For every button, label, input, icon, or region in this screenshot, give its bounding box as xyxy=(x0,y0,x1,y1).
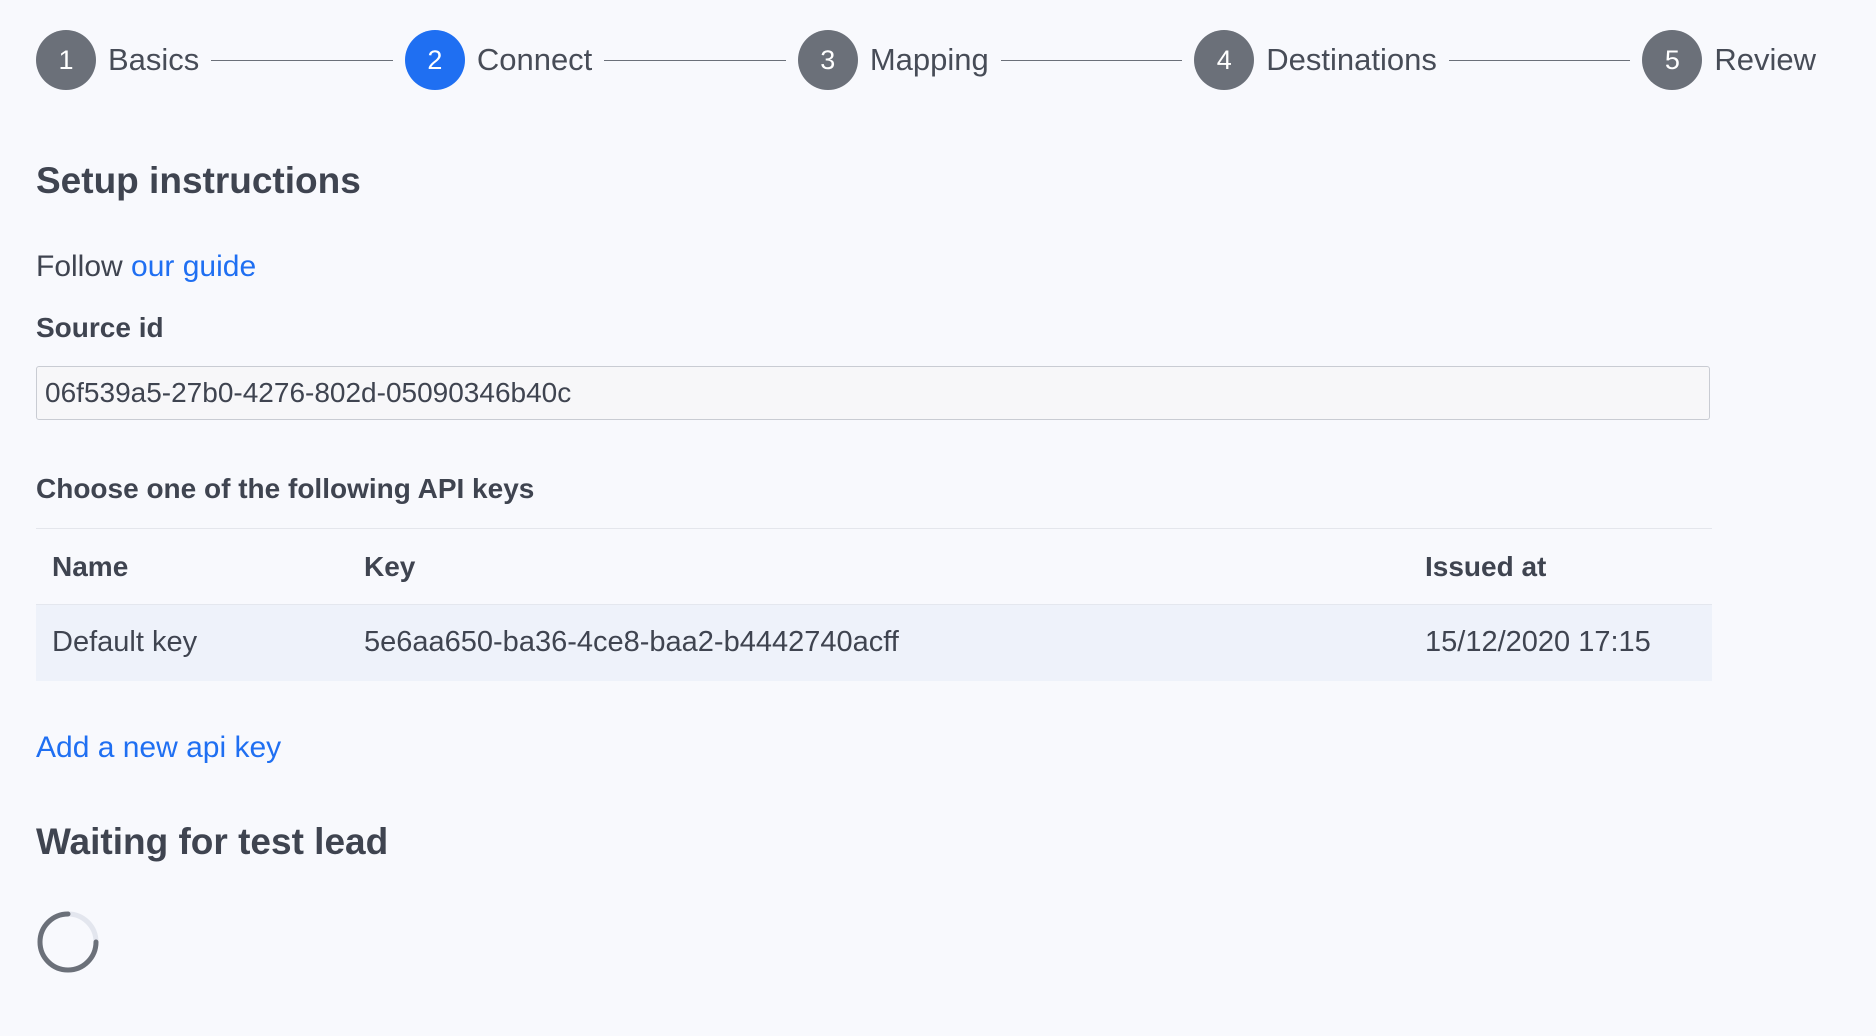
step-mapping[interactable]: 3 Mapping xyxy=(797,30,989,90)
step-connector-line xyxy=(1448,59,1631,61)
step-connector-line xyxy=(604,59,786,61)
api-key-name-cell: Default key xyxy=(36,604,348,681)
column-header-issued-at: Issued at xyxy=(1425,550,1547,582)
step-label: Connect xyxy=(476,42,593,77)
step-review[interactable]: 5 Review xyxy=(1642,30,1816,90)
step-label: Basics xyxy=(108,42,200,77)
column-header-key: Key xyxy=(364,550,416,582)
step-number-badge: 5 xyxy=(1642,30,1703,90)
step-destinations[interactable]: 4 Destinations xyxy=(1194,30,1437,90)
source-id-label: Source id xyxy=(36,312,164,343)
step-label: Destinations xyxy=(1266,42,1437,77)
step-number-badge: 1 xyxy=(36,30,96,90)
guide-link[interactable]: our guide xyxy=(131,250,256,283)
step-connector-line xyxy=(211,59,393,61)
add-api-key-link[interactable]: Add a new api key xyxy=(36,731,281,765)
connect-step-page: 1 Basics 2 Connect 3 Mapping 4 Destinati… xyxy=(0,0,1876,1036)
step-connect[interactable]: 2 Connect xyxy=(404,30,593,90)
table-row[interactable]: Default key 5e6aa650-ba36-4ce8-baa2-b444… xyxy=(36,604,1712,681)
waiting-heading: Waiting for test lead xyxy=(36,821,389,862)
follow-prefix: Follow xyxy=(36,250,123,283)
step-label: Review xyxy=(1714,42,1817,77)
column-header-name: Name xyxy=(52,550,129,582)
table-header-row: Name Key Issued at xyxy=(36,528,1712,605)
api-keys-heading: Choose one of the following API keys xyxy=(36,473,535,504)
step-label: Mapping xyxy=(869,42,989,77)
loading-spinner-icon xyxy=(37,911,99,973)
step-number-badge: 4 xyxy=(1194,30,1255,90)
api-keys-table: Name Key Issued at Default key 5e6aa650-… xyxy=(36,528,1712,681)
step-basics[interactable]: 1 Basics xyxy=(36,30,199,90)
api-key-value-cell: 5e6aa650-ba36-4ce8-baa2-b4442740acff xyxy=(348,604,1409,681)
step-number-badge: 2 xyxy=(404,30,465,90)
source-id-field[interactable] xyxy=(36,366,1710,420)
follow-guide-text: Follow our guide xyxy=(36,250,256,284)
step-number-badge: 3 xyxy=(797,30,858,90)
setup-instructions-heading: Setup instructions xyxy=(36,160,361,201)
api-key-issued-cell: 15/12/2020 17:15 xyxy=(1409,604,1712,681)
step-connector-line xyxy=(1000,59,1183,61)
progress-stepper: 1 Basics 2 Connect 3 Mapping 4 Destinati… xyxy=(36,29,1816,91)
